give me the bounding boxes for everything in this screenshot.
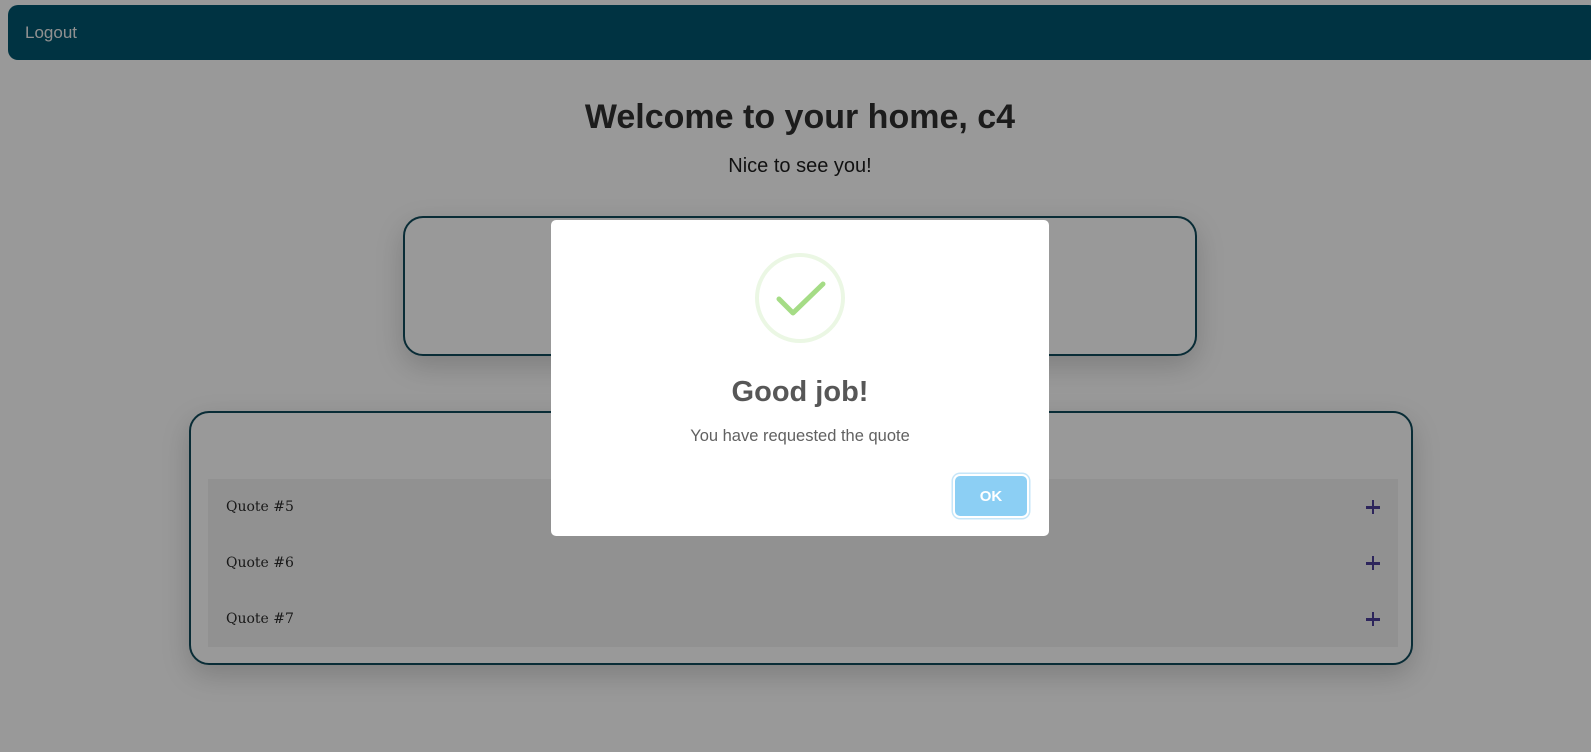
ok-button[interactable]: OK	[955, 476, 1027, 516]
dialog-message: You have requested the quote	[690, 427, 910, 445]
page: Logout Welcome to your home, c4 Nice to …	[0, 0, 1591, 752]
success-check-icon	[755, 253, 845, 343]
success-dialog: Good job! You have requested the quote O…	[551, 220, 1049, 536]
dialog-title: Good job!	[731, 376, 869, 408]
